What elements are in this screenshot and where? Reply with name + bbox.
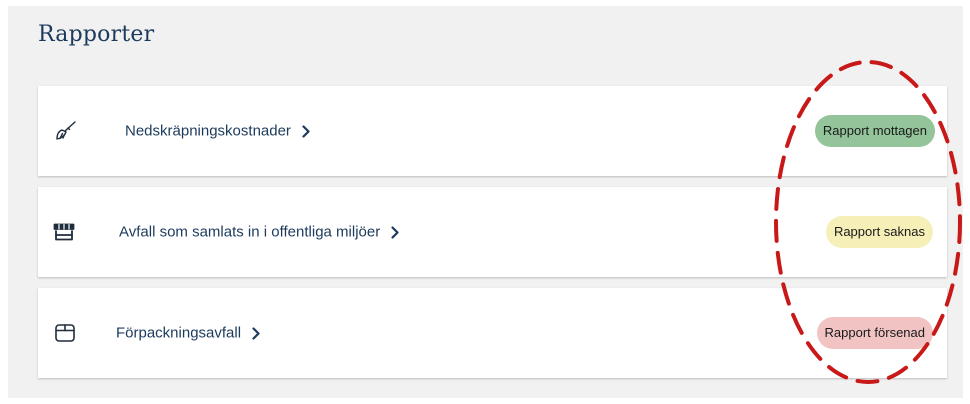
package-icon <box>52 320 78 346</box>
report-label: Nedskräpningskostnader <box>125 122 291 140</box>
chevron-right-icon <box>251 326 261 340</box>
report-link-avfall-offentliga-miljoer[interactable]: Avfall som samlats in i offentliga miljö… <box>119 224 400 241</box>
report-link-forpackningsavfall[interactable]: Förpackningsavfall <box>116 325 261 342</box>
report-link-nedskrapningskostnader[interactable]: Nedskräpningskostnader <box>125 123 311 140</box>
chevron-right-icon <box>301 124 311 138</box>
chevron-right-icon <box>390 225 400 239</box>
report-card-nedskrapningskostnader[interactable]: Nedskräpningskostnader Rapport mottagen <box>38 86 947 176</box>
report-card-avfall-offentliga-miljoer[interactable]: Avfall som samlats in i offentliga miljö… <box>38 187 947 277</box>
market-stall-icon <box>51 219 77 245</box>
status-badge: Rapport försenad <box>816 317 933 349</box>
report-card-forpackningsavfall[interactable]: Förpackningsavfall Rapport försenad <box>38 288 947 378</box>
status-badge: Rapport saknas <box>825 216 933 248</box>
status-badge: Rapport mottagen <box>814 115 935 147</box>
reports-panel: Rapporter Nedskräpningskostnader Rapport… <box>8 6 963 398</box>
report-label: Avfall som samlats in i offentliga miljö… <box>119 223 381 241</box>
page-title: Rapporter <box>38 22 155 47</box>
broom-icon <box>53 118 79 144</box>
report-label: Förpackningsavfall <box>116 324 242 342</box>
